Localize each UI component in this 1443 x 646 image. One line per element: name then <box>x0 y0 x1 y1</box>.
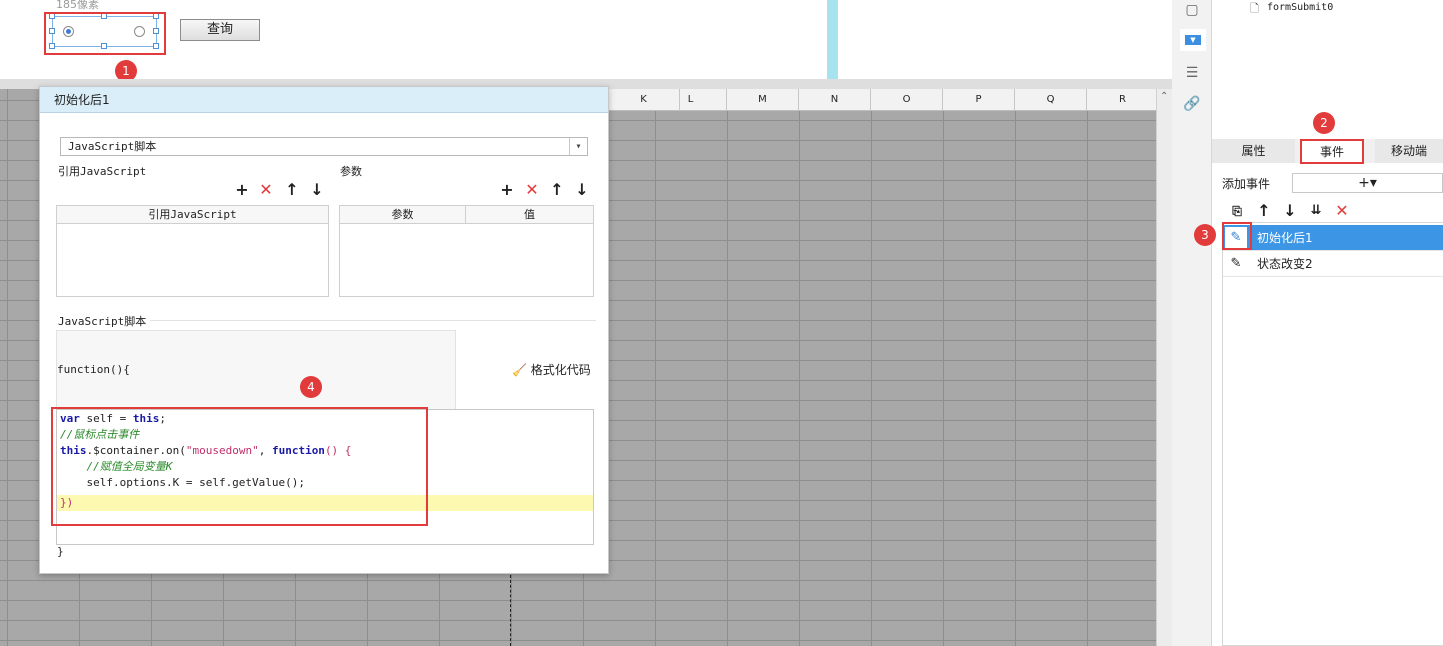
add-icon[interactable]: + <box>499 182 515 198</box>
column-header: K L M N O P Q R <box>608 89 1159 111</box>
add-event-label: 添加事件 <box>1222 177 1271 191</box>
move-bottom-icon[interactable]: ⇊ <box>1308 203 1324 219</box>
column-label-p[interactable]: P <box>943 89 1015 111</box>
tab-properties[interactable]: 属性 <box>1212 139 1295 163</box>
tree-page-icon: 🗋 <box>1250 2 1259 15</box>
add-event-dropdown[interactable]: +▾ <box>1292 173 1443 193</box>
event-type-select[interactable]: JavaScript脚本 ▾ <box>60 137 588 156</box>
grid-vertical-scrollbar[interactable]: ⌃ <box>1156 89 1172 646</box>
column-label-m[interactable]: M <box>727 89 799 111</box>
add-icon[interactable]: + <box>234 182 250 198</box>
arrow-down-icon[interactable]: ↓ <box>574 182 590 198</box>
annotation-box-4 <box>51 407 428 526</box>
value-col-header: 值 <box>466 206 593 224</box>
chevron-down-icon[interactable]: ▾ <box>569 138 587 155</box>
delete-icon[interactable]: ✕ <box>258 182 274 198</box>
canvas-boundary-edge <box>837 0 838 79</box>
ref-js-label: 引用JavaScript <box>58 165 147 178</box>
function-open: function(){ <box>57 363 130 376</box>
properties-panel: 🗋 formSubmit0 属性 事件 移动端 2 添加事件 +▾ ⎘ ↑ ↓ … <box>1212 0 1443 646</box>
delete-icon[interactable]: ✕ <box>1334 203 1350 219</box>
dropdown-widget-icon[interactable]: ▼ <box>1180 29 1206 51</box>
annotation-box-2 <box>1300 139 1364 164</box>
params-table[interactable]: 参数 值 <box>339 205 594 297</box>
tree-item-formsubmit[interactable]: formSubmit0 <box>1267 2 1333 13</box>
copy-icon[interactable]: ⎘ <box>1229 203 1245 219</box>
event-label: 状态改变2 <box>1257 257 1313 271</box>
delete-icon[interactable]: ✕ <box>524 182 540 198</box>
arrow-up-icon[interactable]: ↑ <box>549 182 565 198</box>
page-break-line <box>510 575 511 646</box>
arrow-down-icon[interactable]: ↓ <box>1282 203 1298 219</box>
pencil-icon[interactable]: ✎ <box>1225 253 1247 275</box>
format-code-button[interactable]: 🧹 格式化代码 <box>512 361 591 378</box>
tab-mobile[interactable]: 移动端 <box>1375 139 1443 163</box>
event-type-value: JavaScript脚本 <box>68 140 157 153</box>
column-label-o[interactable]: O <box>871 89 943 111</box>
script-section-label: JavaScript脚本 <box>58 315 147 328</box>
function-close: } <box>57 545 64 558</box>
annotation-badge-4: 4 <box>300 376 322 398</box>
scroll-up-icon[interactable]: ⌃ <box>1160 91 1168 102</box>
arrow-up-icon[interactable]: ↑ <box>284 182 300 198</box>
annotation-box-1 <box>44 12 166 55</box>
layers-icon[interactable]: ☰ <box>1182 63 1202 83</box>
section-divider <box>150 320 596 321</box>
dialog-title: 初始化后1 <box>40 87 608 113</box>
arrow-up-icon[interactable]: ↑ <box>1256 203 1272 219</box>
list-item[interactable]: ✎ 初始化后1 <box>1223 225 1443 251</box>
params-label: 参数 <box>340 165 362 178</box>
widget-toolbar: ▢ ▼ ☰ 🔗 <box>1172 0 1212 646</box>
link-icon[interactable]: 🔗 <box>1182 94 1202 114</box>
column-label-r[interactable]: R <box>1087 89 1159 111</box>
annotation-box-3 <box>1222 222 1252 250</box>
ref-js-table-header: 引用JavaScript <box>57 206 328 224</box>
column-label-l[interactable]: L <box>655 89 727 111</box>
event-label: 初始化后1 <box>1257 231 1313 245</box>
event-list: ✎ 初始化后1 ✎ 状态改变2 <box>1222 222 1443 646</box>
column-label-n[interactable]: N <box>799 89 871 111</box>
canvas-boundary-bar <box>827 0 837 79</box>
dropdown-icon: ▼ <box>1185 35 1201 45</box>
arrow-down-icon[interactable]: ↓ <box>309 182 325 198</box>
design-canvas-top <box>0 0 1172 79</box>
size-hint: 185像素 <box>56 0 99 11</box>
format-code-label: 格式化代码 <box>530 363 591 377</box>
list-item[interactable]: ✎ 状态改变2 <box>1223 251 1443 277</box>
column-label-q[interactable]: Q <box>1015 89 1087 111</box>
annotation-badge-2: 2 <box>1313 112 1335 134</box>
params-col-header: 参数 <box>340 206 466 224</box>
ref-js-table[interactable]: 引用JavaScript <box>56 205 329 297</box>
query-button[interactable]: 查询 <box>180 19 260 41</box>
frame-icon[interactable]: ▢ <box>1182 0 1202 20</box>
annotation-badge-3: 3 <box>1194 224 1216 246</box>
broom-icon: 🧹 <box>512 363 527 377</box>
